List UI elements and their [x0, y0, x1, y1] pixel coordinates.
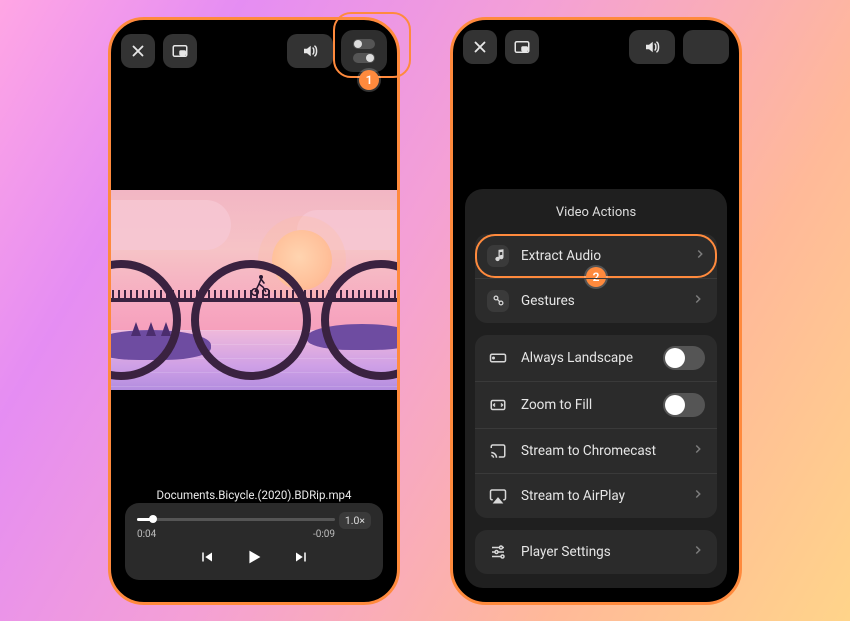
- chevron-right-icon: [691, 292, 705, 310]
- chromecast-icon: [487, 440, 509, 462]
- row-label: Always Landscape: [521, 350, 651, 366]
- panel-title: Video Actions: [475, 205, 717, 220]
- music-note-icon: [487, 245, 509, 267]
- picture-in-picture-button[interactable]: [163, 34, 197, 68]
- filename-label: Documents.Bicycle.(2020).BDRip.mp4: [111, 488, 397, 502]
- close-button[interactable]: [463, 30, 497, 64]
- time-remaining: -0:09: [313, 529, 335, 540]
- airplay-icon: [487, 485, 509, 507]
- row-player-settings[interactable]: Player Settings: [475, 530, 717, 574]
- volume-button[interactable]: [287, 34, 333, 68]
- player-controls: 1.0× 0:04 -0:09: [125, 503, 383, 580]
- callout-badge-1: 1: [359, 70, 379, 90]
- video-thumbnail: [111, 190, 397, 390]
- play-button[interactable]: [243, 546, 265, 572]
- speed-badge[interactable]: 1.0×: [339, 512, 371, 529]
- row-label: Extract Audio: [521, 248, 681, 264]
- row-extract-audio[interactable]: Extract Audio 2: [475, 234, 717, 278]
- chevron-right-icon: [693, 247, 707, 265]
- toggle-icon: [697, 37, 715, 45]
- row-chromecast[interactable]: Stream to Chromecast: [475, 428, 717, 473]
- toggle-icon: [697, 48, 715, 56]
- phone-left: Documents.Bicycle.(2020).BDRip.mp4 1.0× …: [108, 17, 400, 605]
- row-label: Stream to AirPlay: [521, 488, 679, 504]
- zoom-fill-icon: [487, 394, 509, 416]
- row-always-landscape[interactable]: Always Landscape: [475, 335, 717, 381]
- switch-zoom-to-fill[interactable]: [663, 393, 705, 417]
- chevron-right-icon: [691, 487, 705, 505]
- row-zoom-to-fill[interactable]: Zoom to Fill: [475, 381, 717, 428]
- next-button[interactable]: [293, 548, 311, 570]
- phone-right: Video Actions Extract Audio 2 Gestures: [450, 17, 742, 605]
- callout-box-1: [333, 12, 411, 78]
- cyclist-icon: [249, 272, 271, 300]
- volume-button[interactable]: [629, 30, 675, 64]
- chevron-right-icon: [691, 442, 705, 460]
- row-label: Player Settings: [521, 544, 679, 560]
- chevron-right-icon: [691, 543, 705, 561]
- row-label: Gestures: [521, 293, 679, 309]
- topbar: [463, 30, 729, 64]
- row-airplay[interactable]: Stream to AirPlay: [475, 473, 717, 518]
- row-label: Zoom to Fill: [521, 397, 651, 413]
- switch-always-landscape[interactable]: [663, 346, 705, 370]
- video-actions-panel: Video Actions Extract Audio 2 Gestures: [465, 189, 727, 588]
- gestures-icon: [487, 290, 509, 312]
- time-elapsed: 0:04: [137, 529, 156, 540]
- picture-in-picture-button[interactable]: [505, 30, 539, 64]
- video-actions-button[interactable]: [683, 30, 729, 64]
- previous-button[interactable]: [197, 548, 215, 570]
- close-button[interactable]: [121, 34, 155, 68]
- row-gestures[interactable]: Gestures: [475, 278, 717, 323]
- row-label: Stream to Chromecast: [521, 443, 679, 459]
- sliders-icon: [487, 541, 509, 563]
- landscape-icon: [487, 347, 509, 369]
- scrubber[interactable]: 1.0×: [137, 513, 371, 525]
